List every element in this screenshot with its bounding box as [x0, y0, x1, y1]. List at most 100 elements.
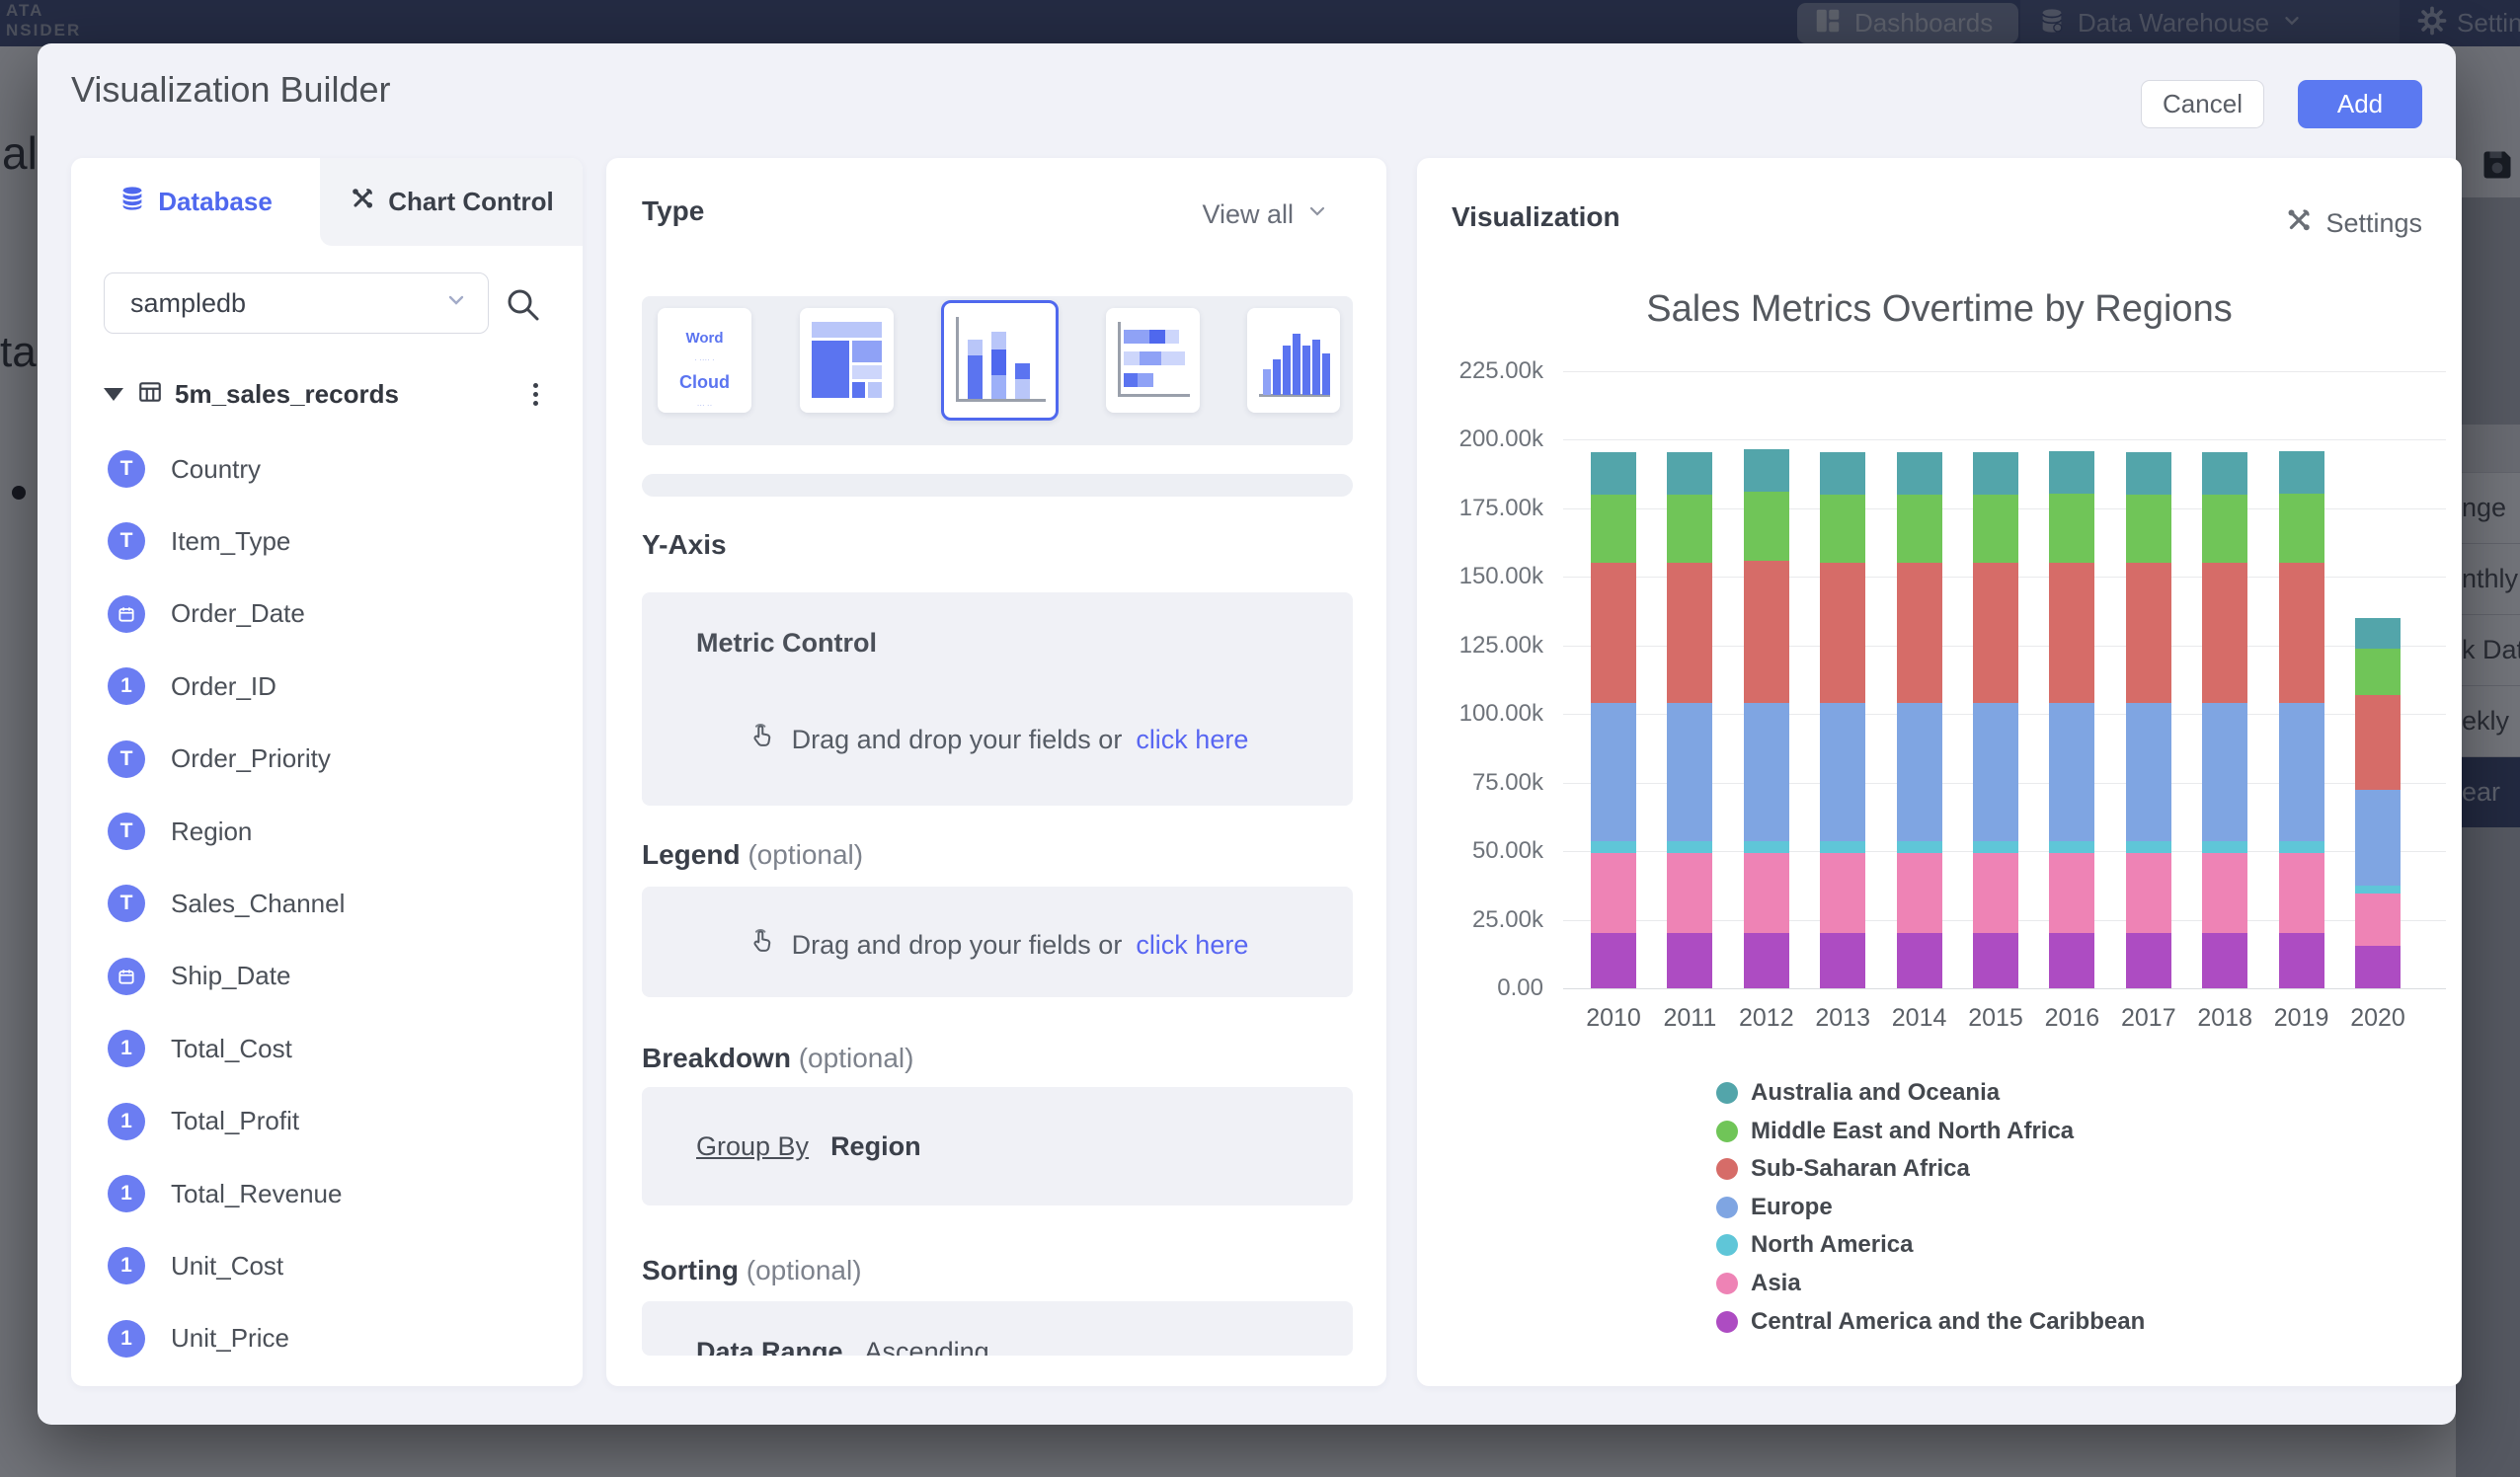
- bar-segment[interactable]: [2126, 452, 2171, 495]
- bar-segment[interactable]: [2126, 495, 2171, 563]
- collapse-caret-icon[interactable]: [104, 388, 123, 401]
- bar-segment[interactable]: [2049, 451, 2094, 494]
- bar-segment[interactable]: [2279, 451, 2324, 494]
- bar-segment[interactable]: [1897, 563, 1942, 703]
- click-here-link[interactable]: click here: [1136, 930, 1248, 961]
- bar-segment[interactable]: [1744, 841, 1789, 852]
- bar-segment[interactable]: [2279, 563, 2324, 704]
- bar-segment[interactable]: [2049, 841, 2094, 852]
- bar-segment[interactable]: [1744, 853, 1789, 934]
- bar-segment[interactable]: [1591, 703, 1636, 841]
- tab-database[interactable]: Database: [71, 158, 320, 246]
- bar-segment[interactable]: [1591, 563, 1636, 703]
- bar-segment[interactable]: [2049, 933, 2094, 988]
- legend-item[interactable]: Europe: [1716, 1189, 1833, 1226]
- field-row-sales_channel[interactable]: TSales_Channel: [104, 868, 550, 939]
- bar-segment[interactable]: [1820, 452, 1865, 495]
- bar-segment[interactable]: [1820, 853, 1865, 934]
- chart-type-word-cloud[interactable]: Word· ···· ·Cloud··· ··: [658, 308, 751, 413]
- legend-item[interactable]: North America: [1716, 1226, 1913, 1264]
- bar-segment[interactable]: [2202, 933, 2247, 988]
- field-row-total_profit[interactable]: 1Total_Profit: [104, 1086, 550, 1157]
- field-row-order_priority[interactable]: TOrder_Priority: [104, 724, 550, 795]
- legend-item[interactable]: Middle East and North Africa: [1716, 1113, 2074, 1150]
- click-here-link[interactable]: click here: [1136, 725, 1248, 755]
- bar-segment[interactable]: [2049, 703, 2094, 841]
- view-all-dropdown[interactable]: View all: [1202, 199, 1329, 230]
- bar-segment[interactable]: [1973, 563, 2018, 703]
- bar-segment[interactable]: [2202, 703, 2247, 841]
- chart-type-stacked-column[interactable]: [941, 300, 1059, 421]
- bar-segment[interactable]: [1820, 841, 1865, 852]
- search-icon[interactable]: [503, 284, 542, 324]
- bar-segment[interactable]: [2279, 703, 2324, 841]
- type-scrollbar[interactable]: [642, 474, 1353, 497]
- tab-chart-control[interactable]: Chart Control: [320, 158, 583, 246]
- chart-type-column[interactable]: [1247, 308, 1340, 413]
- metric-control-dropzone[interactable]: Metric Control Drag and drop your fields…: [642, 592, 1353, 806]
- field-row-item_type[interactable]: TItem_Type: [104, 505, 550, 577]
- breakdown-card[interactable]: Group By Region: [642, 1087, 1353, 1205]
- bar-segment[interactable]: [2126, 563, 2171, 703]
- field-row-total_revenue[interactable]: 1Total_Revenue: [104, 1158, 550, 1229]
- legend-item[interactable]: Central America and the Caribbean: [1716, 1303, 2145, 1341]
- bar-segment[interactable]: [1744, 561, 1789, 703]
- bar-segment[interactable]: [1820, 495, 1865, 563]
- bar-segment[interactable]: [1897, 495, 1942, 563]
- bar-segment[interactable]: [1744, 933, 1789, 988]
- bar-segment[interactable]: [1591, 853, 1636, 934]
- bar-segment[interactable]: [2202, 495, 2247, 563]
- field-row-order_id[interactable]: 1Order_ID: [104, 651, 550, 722]
- kebab-menu-icon[interactable]: [520, 379, 550, 409]
- legend-item[interactable]: Australia and Oceania: [1716, 1074, 2000, 1112]
- cancel-button[interactable]: Cancel: [2141, 80, 2264, 128]
- bar-segment[interactable]: [2126, 841, 2171, 852]
- field-row-country[interactable]: TCountry: [104, 433, 550, 505]
- bar-segment[interactable]: [1667, 933, 1712, 988]
- chart-type-stacked-bar[interactable]: [1106, 308, 1200, 413]
- bar-segment[interactable]: [1591, 495, 1636, 563]
- bar-segment[interactable]: [1973, 933, 2018, 988]
- settings-button[interactable]: Settings: [2284, 205, 2422, 242]
- bar-segment[interactable]: [2355, 894, 2401, 946]
- bar-segment[interactable]: [1897, 933, 1942, 988]
- bar-segment[interactable]: [2355, 946, 2401, 988]
- bar-segment[interactable]: [1897, 703, 1942, 841]
- field-row-ship_date[interactable]: Ship_Date: [104, 941, 550, 1012]
- bar-segment[interactable]: [1820, 933, 1865, 988]
- legend-item[interactable]: Sub-Saharan Africa: [1716, 1150, 1970, 1188]
- bar-segment[interactable]: [1973, 841, 2018, 852]
- bar-segment[interactable]: [1667, 853, 1712, 934]
- bar-segment[interactable]: [2202, 563, 2247, 703]
- sorting-card[interactable]: Data Range Ascending: [642, 1301, 1353, 1356]
- bar-segment[interactable]: [1973, 495, 2018, 563]
- bar-segment[interactable]: [1667, 841, 1712, 852]
- bar-segment[interactable]: [2049, 563, 2094, 704]
- field-row-unit_cost[interactable]: 1Unit_Cost: [104, 1230, 550, 1301]
- bar-segment[interactable]: [2279, 853, 2324, 934]
- bar-segment[interactable]: [1820, 563, 1865, 703]
- legend-dropzone[interactable]: Drag and drop your fields or click here: [642, 887, 1353, 997]
- bar-segment[interactable]: [1591, 933, 1636, 988]
- bar-segment[interactable]: [2279, 933, 2324, 988]
- field-row-unit_price[interactable]: 1Unit_Price: [104, 1303, 550, 1374]
- bar-segment[interactable]: [2049, 494, 2094, 562]
- chart-type-treemap[interactable]: [800, 308, 894, 413]
- bar-segment[interactable]: [1667, 452, 1712, 495]
- bar-segment[interactable]: [2049, 853, 2094, 934]
- field-row-region[interactable]: TRegion: [104, 796, 550, 867]
- bar-segment[interactable]: [1820, 703, 1865, 841]
- bar-segment[interactable]: [2202, 452, 2247, 495]
- bar-segment[interactable]: [2355, 695, 2401, 790]
- bar-segment[interactable]: [2355, 618, 2401, 649]
- field-row-order_date[interactable]: Order_Date: [104, 579, 550, 650]
- bar-segment[interactable]: [1744, 449, 1789, 492]
- add-button[interactable]: Add: [2298, 80, 2422, 128]
- bar-segment[interactable]: [1897, 452, 1942, 495]
- bar-segment[interactable]: [1897, 853, 1942, 934]
- bar-segment[interactable]: [1897, 841, 1942, 852]
- bar-segment[interactable]: [2355, 790, 2401, 886]
- bar-segment[interactable]: [2279, 841, 2324, 852]
- legend-item[interactable]: Asia: [1716, 1265, 1801, 1302]
- bar-segment[interactable]: [1667, 495, 1712, 563]
